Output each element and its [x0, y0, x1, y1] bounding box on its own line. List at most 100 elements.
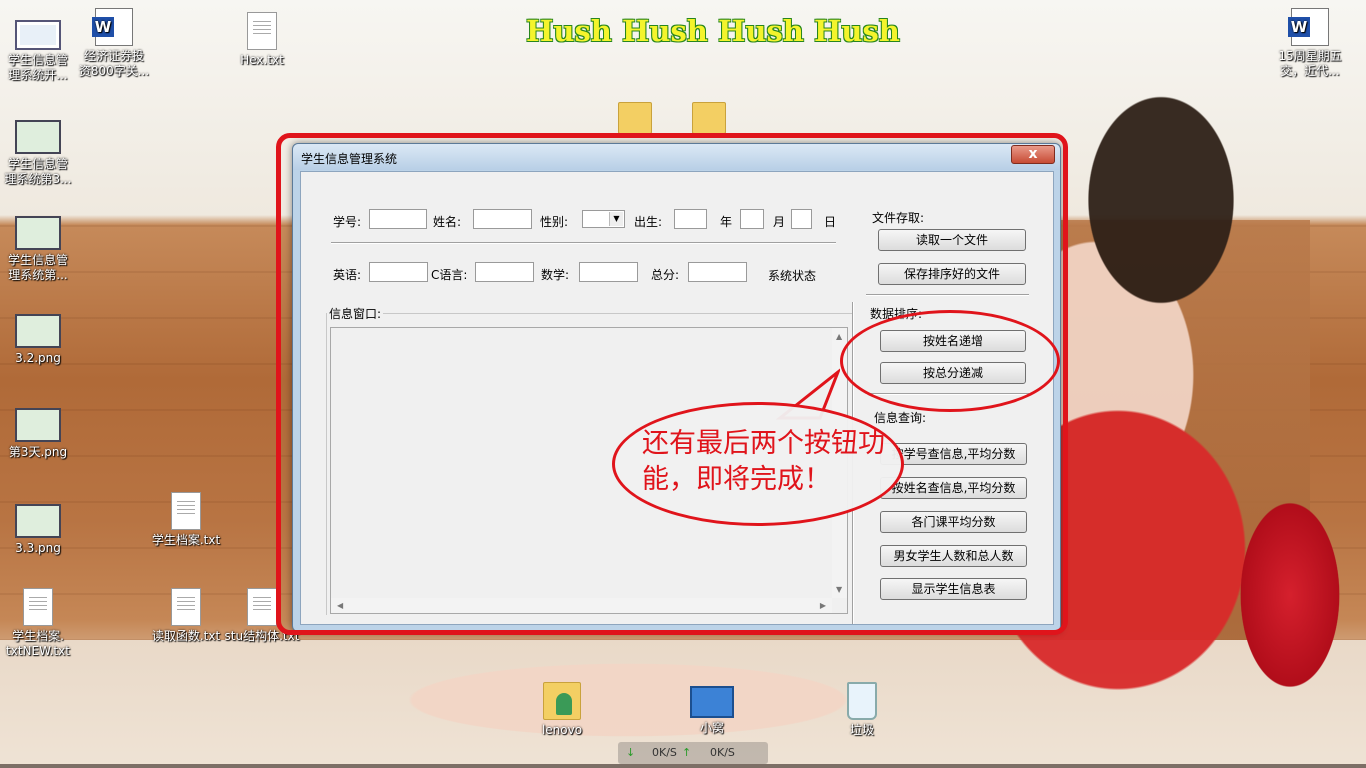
folder-icon[interactable] [692, 102, 726, 134]
image-thumbnail-icon [15, 408, 61, 442]
text-file-icon [171, 588, 201, 626]
desktop-icon-label: 读取函数.txt [151, 629, 221, 643]
month-label: 月 [773, 215, 786, 229]
student-id-input[interactable] [369, 209, 427, 229]
save-sorted-file-button[interactable]: 保存排序好的文件 [878, 263, 1026, 285]
desktop-icon-word-doc[interactable]: 经济证券投 资800字关... [76, 8, 152, 79]
image-thumbnail-icon [15, 504, 61, 538]
birth-day-input[interactable] [791, 209, 812, 229]
desktop-icon-read-func-txt[interactable]: 读取函数.txt [148, 588, 224, 644]
download-arrow-icon: ↓ [626, 746, 636, 759]
desktop-icon-label: lenovo [541, 723, 583, 737]
desktop-icon-label: 学生档案. txtNEW.txt [6, 629, 70, 658]
separator [866, 294, 1029, 296]
name-label: 姓名: [433, 215, 462, 229]
c-language-label: C语言: [431, 268, 468, 282]
gender-select[interactable]: ▼ [582, 210, 625, 228]
desktop-icon-label: 学生信息管 理系统第... [7, 253, 68, 282]
student-id-label: 学号: [333, 215, 362, 229]
scroll-up-icon[interactable]: ▲ [836, 332, 842, 341]
dialog-title: 学生信息管理系统 [301, 152, 398, 166]
app-screenshot-icon [15, 20, 61, 50]
info-window-label: 信息窗口: [327, 305, 384, 322]
desktop-icon-label: 学生档案.txt [151, 533, 221, 547]
chevron-down-icon[interactable]: ▼ [609, 212, 623, 226]
desktop-icon-label: 垃圾 [849, 723, 874, 737]
image-thumbnail-icon [15, 314, 61, 348]
desktop-banner: Hush Hush Hush Hush [526, 14, 900, 48]
year-label: 年 [720, 215, 733, 229]
text-file-icon [171, 492, 201, 530]
wallpaper-cushion [1220, 460, 1360, 730]
desktop-icon-label: 3.2.png [15, 351, 61, 365]
upload-arrow-icon: ↑ [682, 746, 692, 759]
scroll-left-icon[interactable]: ◀ [337, 601, 343, 610]
gender-count-button[interactable]: 男女学生人数和总人数 [880, 545, 1027, 567]
text-file-icon [247, 588, 277, 626]
english-label: 英语: [333, 268, 362, 282]
annotation-ellipse [840, 310, 1060, 412]
folder-icon[interactable] [618, 102, 652, 134]
desktop-icon-lenovo[interactable]: lenovo [524, 682, 600, 738]
desktop-icon-day3-png[interactable]: 第3天.png [0, 408, 76, 460]
c-score-input[interactable] [475, 262, 534, 282]
computer-icon [690, 686, 734, 718]
name-input[interactable] [473, 209, 532, 229]
desktop-icon-computer[interactable]: 小窝 [674, 686, 750, 736]
desktop-icon-label: 经济证券投 资800字关... [78, 49, 150, 78]
desktop-icon-3-3-png[interactable]: 3.3.png [0, 504, 76, 556]
desktop-icon-label: 小窝 [699, 721, 724, 735]
dialog-titlebar[interactable]: 学生信息管理系统 x [293, 144, 1060, 170]
read-file-button[interactable]: 读取一个文件 [878, 229, 1026, 251]
image-thumbnail-icon [15, 120, 61, 154]
birth-year-input[interactable] [674, 209, 707, 229]
system-status-label: 系统状态 [768, 269, 817, 283]
math-score-input[interactable] [579, 262, 638, 282]
text-file-icon [247, 12, 277, 50]
desktop-icon-system-n[interactable]: 学生信息管 理系统第... [0, 216, 76, 283]
file-section-title: 文件存取: [872, 211, 925, 225]
recycle-bin-icon [847, 682, 877, 720]
desktop-icon-label: stu结构体.txt [224, 629, 300, 643]
annotation-text: 还有最后两个按钮功能，即将完成！ [642, 428, 885, 495]
desktop-icon-label: 15周星期五 交，近代... [1278, 49, 1342, 78]
horizontal-scrollbar[interactable]: ◀ ▶ [331, 598, 832, 613]
day-label: 日 [824, 215, 837, 229]
math-label: 数学: [541, 268, 570, 282]
total-label: 总分: [651, 268, 680, 282]
query-section-title: 信息查询: [874, 411, 927, 425]
desktop-icon-system-3[interactable]: 学生信息管 理系统第3... [0, 120, 76, 187]
word-document-icon [92, 8, 133, 46]
desktop-icon-system-dev[interactable]: 学生信息管 理系统开... [0, 20, 76, 83]
scroll-down-icon[interactable]: ▼ [836, 585, 842, 594]
desktop-icon-student-txt[interactable]: 学生档案.txt [148, 492, 224, 548]
desktop-icon-label: Hex.txt [240, 53, 284, 67]
scroll-right-icon[interactable]: ▶ [820, 601, 826, 610]
desktop-icon-label: 学生信息管 理系统开... [7, 53, 68, 82]
desktop-icon-label: 学生信息管 理系统第3... [4, 157, 72, 186]
total-score-input[interactable] [688, 262, 747, 282]
query-by-name-button[interactable]: 按姓名查信息,平均分数 [880, 477, 1027, 499]
course-average-button[interactable]: 各门课平均分数 [880, 511, 1027, 533]
taskbar-edge [0, 764, 1366, 768]
desktop-icon-hex-txt[interactable]: Hex.txt [224, 12, 300, 68]
upload-speed: 0K/S [710, 746, 735, 759]
close-button[interactable]: x [1011, 145, 1055, 164]
image-thumbnail-icon [15, 216, 61, 250]
desktop-icon-label: 第3天.png [8, 445, 68, 459]
desktop-icon-label: 3.3.png [15, 541, 61, 555]
separator [331, 242, 836, 244]
english-score-input[interactable] [369, 262, 428, 282]
gender-label: 性别: [540, 215, 569, 229]
show-student-table-button[interactable]: 显示学生信息表 [880, 578, 1027, 600]
birth-month-input[interactable] [740, 209, 764, 229]
desktop-icon-student-new-txt[interactable]: 学生档案. txtNEW.txt [0, 588, 76, 659]
net-speed-widget[interactable]: ↓ 0K/S ↑ 0K/S [618, 742, 768, 764]
download-speed: 0K/S [652, 746, 677, 759]
word-document-icon [1288, 8, 1329, 46]
desktop-icon-recycle-bin[interactable]: 垃圾 [824, 682, 900, 738]
desktop-icon-3-2-png[interactable]: 3.2.png [0, 314, 76, 366]
desktop-icon-stu-struct-txt[interactable]: stu结构体.txt [224, 588, 300, 644]
desktop-icon-word-doc-2[interactable]: 15周星期五 交，近代... [1272, 8, 1348, 79]
text-file-icon [23, 588, 53, 626]
